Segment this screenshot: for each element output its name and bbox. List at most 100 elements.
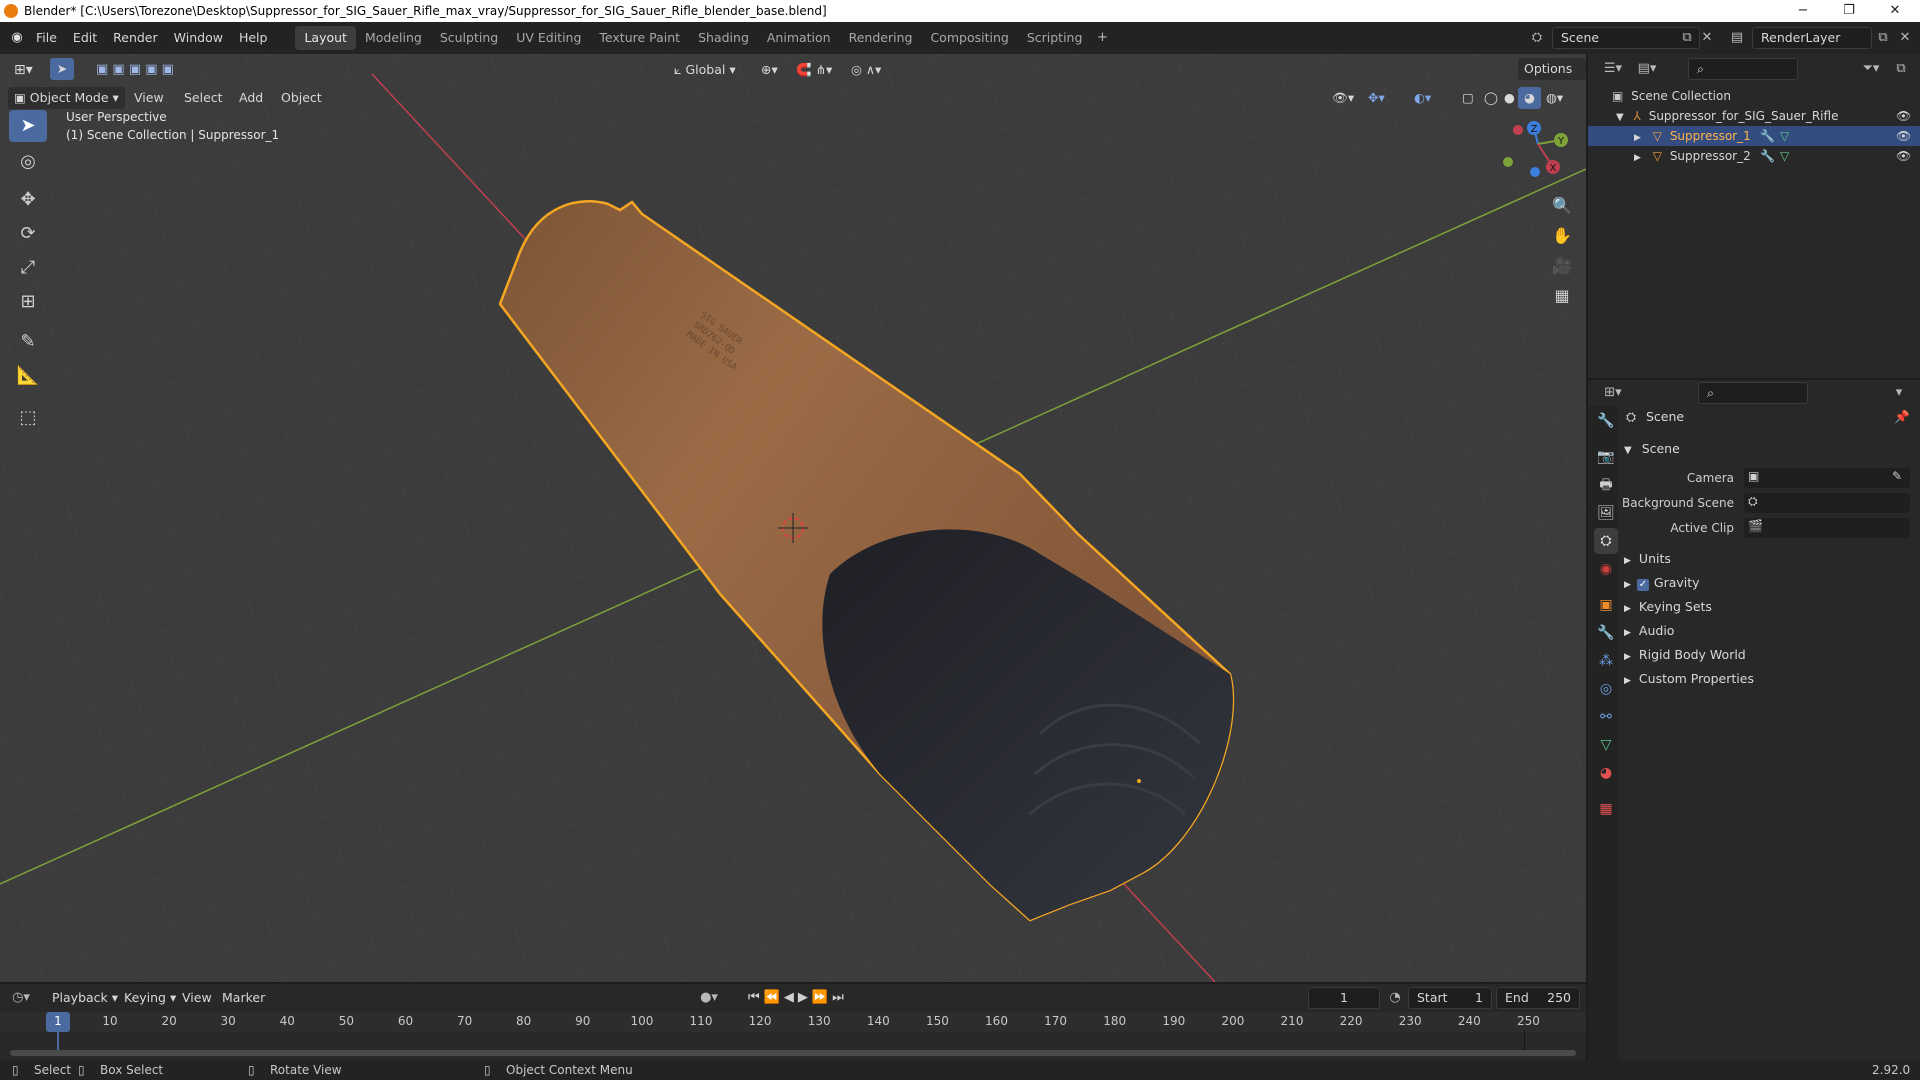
panel-audio[interactable]: ▶ Audio [1620,620,1920,642]
tab-sculpting[interactable]: Sculpting [431,26,507,50]
visibility-eye-icon[interactable]: 👁 [1896,146,1911,166]
render-layer-icon[interactable]: ▤ [1726,27,1748,49]
blender-menu-icon[interactable]: ◉ [6,27,28,49]
modifier-tab-icon[interactable]: 🔧 [1594,620,1618,646]
visibility-eye-icon[interactable]: 👁 [1896,106,1911,126]
constraints-tab-icon[interactable]: ⚯ [1594,704,1618,730]
object-tab-icon[interactable]: ▣ [1594,592,1618,618]
rendered-shading-icon[interactable]: ◍▾ [1540,87,1569,109]
transform-tool-icon[interactable]: ⊞ [9,286,47,318]
scene-icon[interactable]: ⛭ [1526,27,1548,49]
menu-add[interactable]: Add [233,87,269,109]
select-tool-icon[interactable]: ➤ [50,58,74,80]
delete-scene-icon[interactable]: ✕ [1696,27,1718,49]
texture-tab-icon[interactable]: ▦ [1594,796,1618,822]
pan-hand-icon[interactable]: ✋ [1547,222,1577,250]
cursor-tool-icon[interactable]: ◎ [9,146,47,178]
menu-file[interactable]: File [28,22,65,54]
restore-button[interactable]: ❐ [1826,0,1872,22]
overlay-toggle-icon[interactable]: ◐▾ [1408,87,1437,109]
move-tool-icon[interactable]: ✥ [9,184,47,216]
close-button[interactable]: ✕ [1872,0,1918,22]
expand-arrow-icon[interactable]: ▶ [1634,133,1641,143]
pin-icon[interactable]: 📌 [1894,406,1910,428]
outliner-search-input[interactable]: ⌕ [1688,58,1798,80]
outliner-row-collection[interactable]: ▼ ⅄ Suppressor_for_SIG_Sauer_Rifle 👁 [1588,106,1920,126]
panel-gravity[interactable]: ▶ ✓ Gravity [1620,572,1920,594]
camera-view-icon[interactable]: 🎥 [1547,252,1577,280]
visibility-eye-icon[interactable]: 👁 [1896,126,1911,146]
menu-view[interactable]: View [176,987,218,1009]
menu-view[interactable]: View [128,87,170,109]
outliner-row-suppressor-1[interactable]: ▶ ▽ Suppressor_1 🔧 ▽ 👁 [1588,126,1920,146]
camera-field[interactable]: ▣ ✎ [1744,468,1910,488]
tab-texture-paint[interactable]: Texture Paint [590,26,689,50]
menu-render[interactable]: Render [105,22,166,54]
delete-layer-icon[interactable]: ✕ [1894,27,1916,49]
add-cube-tool-icon[interactable]: ⬚ [9,402,47,434]
new-scene-icon[interactable]: ⧉ [1676,27,1698,49]
outliner-row-suppressor-2[interactable]: ▶ ▽ Suppressor_2 🔧 ▽ 👁 [1588,146,1920,166]
panel-scene-header[interactable]: ▼ Scene [1620,438,1920,460]
new-collection-icon[interactable]: ⧉ [1890,58,1912,80]
menu-keying[interactable]: Keying ▾ [118,987,182,1009]
menu-select[interactable]: Select [178,87,229,109]
tab-uv-editing[interactable]: UV Editing [507,26,590,50]
properties-editor-icon[interactable]: ⊞▾ [1602,382,1624,404]
menu-edit[interactable]: Edit [65,22,105,54]
minimize-button[interactable]: − [1780,0,1826,22]
orthographic-grid-icon[interactable]: ▦ [1547,282,1577,310]
menu-object[interactable]: Object [275,87,328,109]
expand-arrow-icon[interactable]: ▼ [1616,112,1624,123]
filter-icon[interactable]: ⏷▾ [1860,58,1882,80]
active-clip-field[interactable]: 🎬 [1744,518,1910,538]
world-tab-icon[interactable]: ◉ [1594,556,1618,582]
material-tab-icon[interactable]: ◕ [1594,760,1618,786]
tab-compositing[interactable]: Compositing [921,26,1017,50]
panel-units[interactable]: ▶ Units [1620,548,1920,570]
physics-tab-icon[interactable]: ◎ [1594,676,1618,702]
selection-mode-icons[interactable]: ▣ ▣ ▣ ▣ ▣ [90,59,180,81]
menu-help[interactable]: Help [231,22,276,54]
end-frame-field[interactable]: End 250 [1496,987,1580,1009]
panel-custom-properties[interactable]: ▶ Custom Properties [1620,668,1920,690]
new-layer-icon[interactable]: ⧉ [1872,27,1894,49]
add-workspace-icon[interactable]: + [1091,27,1113,49]
snap-icon[interactable]: 🧲 ⋔▾ [790,59,838,81]
start-frame-field[interactable]: Start 1 [1408,987,1492,1009]
preview-range-icon[interactable]: ◔ [1384,987,1406,1009]
scale-tool-icon[interactable]: ⤢ [9,252,47,284]
tab-animation[interactable]: Animation [758,26,840,50]
render-layer-selector[interactable]: RenderLayer [1752,27,1872,49]
current-frame-field[interactable]: 1 [1308,987,1380,1009]
panel-options-icon[interactable]: ▾ [1888,382,1910,404]
tab-modeling[interactable]: Modeling [356,26,431,50]
tool-tab-icon[interactable]: 🔧 [1594,408,1618,434]
eyedropper-icon[interactable]: ✎ [1892,469,1902,483]
timeline-scrollbar[interactable] [10,1050,1576,1056]
rotate-tool-icon[interactable]: ⟳ [9,218,47,250]
mode-selector[interactable]: ▣ Object Mode ▾ [8,87,125,109]
options-dropdown[interactable]: Options ▾ [1518,58,1586,98]
material-shading-icon[interactable]: ◕ [1518,87,1541,109]
auto-keying-icon[interactable]: ●▾ [698,987,720,1009]
menu-marker[interactable]: Marker [216,987,271,1009]
gizmo-toggle-icon[interactable]: ✥▾ [1362,87,1391,109]
zoom-icon[interactable]: 🔍 [1547,192,1577,220]
select-box-tool-icon[interactable]: ➤ [9,110,47,142]
background-scene-field[interactable]: ⛭ [1744,493,1910,513]
display-mode-icon[interactable]: ▤▾ [1636,58,1658,80]
measure-tool-icon[interactable]: 📐 [9,360,47,392]
timeline-editor-icon[interactable]: ◷▾ [10,987,32,1009]
outliner-row-scene-collection[interactable]: ▣ Scene Collection [1588,86,1920,106]
3d-viewport[interactable]: SIG SAUER SRD762-QD MADE IN USA Z Y X ⊞▾… [0,54,1586,982]
transform-orientation[interactable]: ⟀ Global ▾ [668,59,742,81]
menu-window[interactable]: Window [166,22,231,54]
outliner-editor-icon[interactable]: ☰▾ [1602,58,1624,80]
panel-rigid-body-world[interactable]: ▶ Rigid Body World [1620,644,1920,666]
render-tab-icon[interactable]: 📷 [1594,444,1618,470]
xray-icon[interactable]: ▢ [1456,87,1480,109]
data-tab-icon[interactable]: ▽ [1594,732,1618,758]
tab-shading[interactable]: Shading [689,26,758,50]
tab-scripting[interactable]: Scripting [1018,26,1092,50]
